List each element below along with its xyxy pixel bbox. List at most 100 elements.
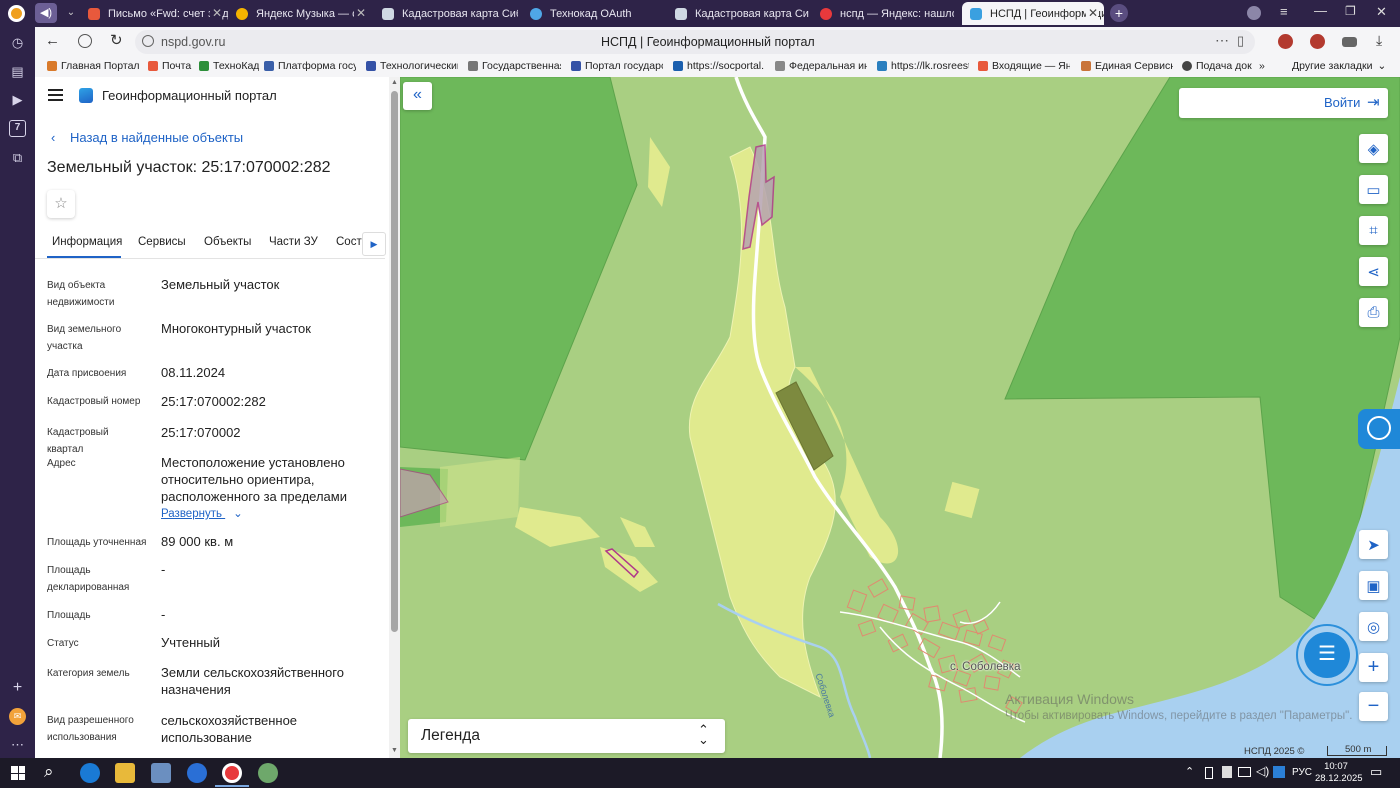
- back-to-results-link[interactable]: Назад в найденные объекты: [70, 130, 243, 145]
- bookmark-item[interactable]: Главная Портал З: [47, 60, 139, 72]
- print-button[interactable]: ⎙: [1359, 298, 1388, 327]
- profile-avatar[interactable]: [1247, 6, 1261, 20]
- scroll-down-arrow-icon[interactable]: ▼: [391, 747, 398, 754]
- bookmark-item[interactable]: Подача док: [1182, 60, 1254, 72]
- language-indicator[interactable]: РУС: [1292, 767, 1312, 778]
- tab-cadastral-map-1[interactable]: Кадастровая карта Сибир: [382, 2, 518, 25]
- bookmark-item[interactable]: Платформа госуд: [264, 60, 356, 72]
- close-tab-icon[interactable]: ✕: [353, 6, 366, 20]
- tab-nspd-active[interactable]: НСПД | Геоинформаци ✕: [962, 2, 1104, 25]
- geolocation-button[interactable]: ➤: [1359, 530, 1388, 559]
- ruler-button[interactable]: ▭: [1359, 175, 1388, 204]
- tab-services[interactable]: Сервисы: [138, 236, 186, 248]
- close-tab-icon[interactable]: ✕: [209, 6, 222, 20]
- bookmark-item[interactable]: ТехноКад: [199, 60, 259, 72]
- bookmark-item[interactable]: https://socportal.: [673, 60, 765, 72]
- close-tab-icon[interactable]: ✕: [1085, 6, 1098, 20]
- collapse-panel-button[interactable]: «: [403, 82, 432, 110]
- tray-volume-icon[interactable]: ◁): [1256, 764, 1269, 778]
- notifications-icon[interactable]: ▭: [1370, 764, 1382, 780]
- tab-info[interactable]: Информация: [52, 236, 122, 248]
- network-app-icon[interactable]: [258, 763, 278, 783]
- panel-scrollbar[interactable]: ▲ ▼: [389, 77, 400, 758]
- tab-parts[interactable]: Части ЗУ: [269, 236, 318, 248]
- restore-icon[interactable]: ❐: [1345, 4, 1356, 18]
- hamburger-menu-icon[interactable]: [48, 89, 63, 101]
- layers-button[interactable]: ◈: [1359, 134, 1388, 163]
- reload-icon[interactable]: ↻: [110, 31, 123, 49]
- tab-yandex-search[interactable]: нспд — Яндекс: нашлось: [820, 2, 954, 25]
- tab-yandex-music[interactable]: Яндекс Музыка — с ✕: [236, 2, 372, 25]
- calendar-icon[interactable]: 7: [9, 120, 26, 137]
- select-area-button[interactable]: ⌗: [1359, 216, 1388, 245]
- history-icon[interactable]: ◷: [9, 34, 26, 51]
- screenshot-icon[interactable]: ⧉: [9, 149, 26, 166]
- url-field[interactable]: nspd.gov.ru НСПД | Геоинформационный пор…: [135, 30, 1255, 54]
- more-icon[interactable]: ⋯: [9, 736, 26, 753]
- locate-button[interactable]: ◎: [1359, 612, 1388, 641]
- scroll-up-arrow-icon[interactable]: ▲: [391, 79, 398, 86]
- minimize-icon[interactable]: —: [1314, 3, 1327, 18]
- download-icon[interactable]: ⤓: [1376, 32, 1382, 49]
- notes-icon[interactable]: ▤: [9, 63, 26, 80]
- yandex-app-icon[interactable]: [187, 763, 207, 783]
- tray-battery-icon[interactable]: [1205, 767, 1213, 779]
- site-info-icon[interactable]: [142, 35, 154, 47]
- bookmark-item[interactable]: Федеральная инф: [775, 60, 867, 72]
- bookmark-item[interactable]: Технологический: [366, 60, 458, 72]
- close-window-icon[interactable]: ✕: [1376, 4, 1387, 20]
- zoom-in-button[interactable]: +: [1359, 653, 1388, 682]
- protect-icon[interactable]: [78, 34, 92, 48]
- bookmark-item[interactable]: https://lk.rosreest: [877, 60, 969, 72]
- back-arrow-icon[interactable]: ←: [45, 32, 60, 49]
- tray-app-icon[interactable]: [1273, 766, 1285, 778]
- extension-1-icon[interactable]: [1278, 34, 1293, 49]
- clock[interactable]: 10:07 28.12.2025: [1315, 761, 1363, 785]
- yandex-browser-logo-icon[interactable]: [8, 5, 25, 22]
- tray-chevron-icon[interactable]: ⌃: [1185, 765, 1194, 778]
- chat-button-inner[interactable]: ☰: [1304, 632, 1350, 678]
- speaker-icon[interactable]: ◀): [35, 3, 57, 23]
- share-button[interactable]: ⋖: [1359, 257, 1388, 286]
- bookmark-icon[interactable]: ▯: [1237, 33, 1244, 49]
- bookmark-item[interactable]: Единая Сервисна: [1081, 60, 1173, 72]
- tab-mail[interactable]: Письмо «Fwd: счет за де ✕: [88, 2, 228, 25]
- tray-network-icon[interactable]: [1238, 767, 1251, 777]
- mail-app-icon[interactable]: ✉: [9, 708, 26, 725]
- bookmark-item[interactable]: Портал государс: [571, 60, 663, 72]
- extension-2-icon[interactable]: [1310, 34, 1325, 49]
- scroll-thumb[interactable]: [391, 91, 398, 632]
- tabs-scroll-right-button[interactable]: ▶: [362, 232, 386, 256]
- tab-cadastral-map-2[interactable]: Кадастровая карта Сибир: [675, 2, 809, 25]
- menu-icon[interactable]: ≡: [1280, 4, 1288, 19]
- video-icon[interactable]: ▶: [9, 91, 26, 108]
- legend-dropdown[interactable]: Легенда ⌃ ⌄: [408, 719, 725, 753]
- other-bookmarks-folder[interactable]: Другие закладки ⌄: [1292, 60, 1386, 72]
- map-view[interactable]: с. Соболевка Соболевка « Войти ⇥ ◈ ▭ ⌗ ⋖…: [400, 77, 1400, 758]
- file-explorer-icon[interactable]: [115, 763, 135, 783]
- back-chevron-icon[interactable]: ‹: [51, 130, 55, 145]
- favorite-star-button[interactable]: ☆: [47, 190, 75, 218]
- bookmark-item[interactable]: Почта: [148, 60, 196, 72]
- zoom-out-button[interactable]: −: [1359, 692, 1388, 721]
- internet-explorer-icon[interactable]: [80, 763, 100, 783]
- search-icon[interactable]: ⌕: [44, 762, 54, 782]
- windows-start-icon[interactable]: [11, 766, 25, 780]
- assistant-tab-button[interactable]: [1358, 409, 1400, 449]
- bookmark-item[interactable]: Входящие — Янд: [978, 60, 1070, 72]
- url-more-icon[interactable]: ⋯: [1215, 32, 1229, 49]
- login-button[interactable]: Войти ⇥: [1179, 88, 1388, 118]
- tab-technokad[interactable]: Технокад OAuth: [530, 2, 666, 25]
- bookmark-item[interactable]: Государственная: [468, 60, 561, 72]
- tab-objects[interactable]: Объекты: [204, 236, 251, 248]
- minimap-button[interactable]: ▣: [1359, 571, 1388, 600]
- expand-address-link[interactable]: Развернуть ⌄: [161, 506, 243, 520]
- map-canvas[interactable]: [400, 77, 1400, 758]
- more-bookmarks-icon[interactable]: »: [1259, 60, 1265, 72]
- tray-usb-icon[interactable]: [1222, 766, 1232, 778]
- yandex-browser-taskbar-icon[interactable]: [222, 763, 242, 783]
- new-tab-icon[interactable]: +: [1110, 4, 1128, 22]
- app-icon[interactable]: [151, 763, 171, 783]
- extension-3-icon[interactable]: [1342, 37, 1357, 47]
- add-panel-icon[interactable]: +: [9, 679, 26, 696]
